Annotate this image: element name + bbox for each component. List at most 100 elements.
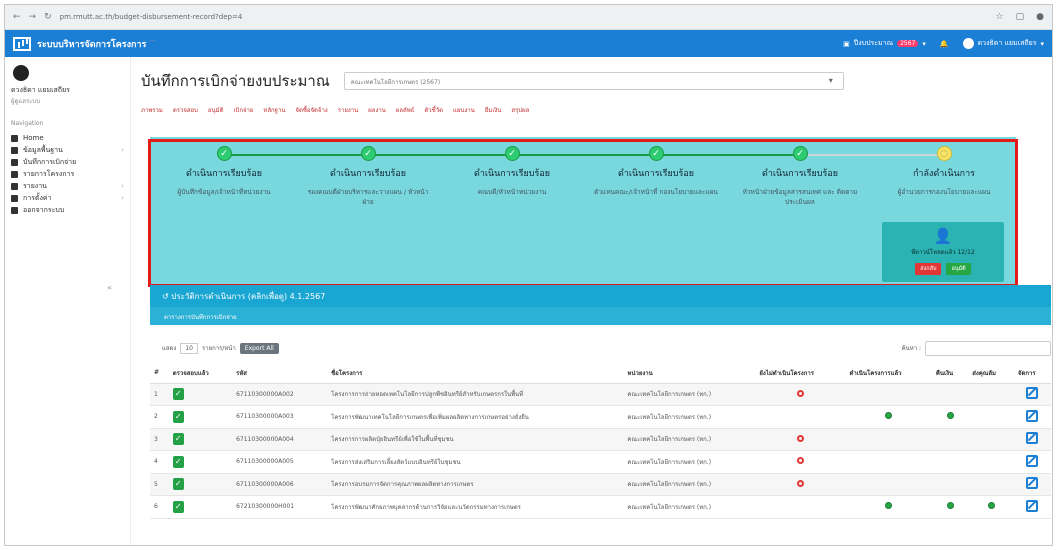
sidebar-item-master-data[interactable]: ข้อมูลพื้นฐาน › [11, 144, 124, 156]
user-role: ผู้ดูแลระบบ [11, 98, 41, 105]
forward-icon[interactable]: → [29, 12, 37, 22]
sidebar-item-logout[interactable]: ออกจากระบบ [11, 204, 124, 216]
edit-cell[interactable] [1013, 495, 1051, 519]
download-count: ที่ดาวน์โหลดแล้ว 12/12 [911, 249, 975, 256]
sidebar-item-disbursement[interactable]: บันทึกการเบิกจ่าย [11, 156, 124, 168]
edit-icon[interactable] [1026, 499, 1039, 512]
app-title[interactable]: ระบบบริหารจัดการโครงการ [37, 37, 146, 51]
department: คณะเทคโนโลยีการเกษตร (ทก.) [623, 473, 756, 496]
step-desc: คณบดี/หัวหน้าหน่วยงาน [477, 188, 547, 196]
step-status: ดำเนินการเรียบร้อย [473, 169, 551, 179]
col-header[interactable]: รหัส [232, 363, 328, 384]
project-name: โครงการส่งเสริมการเลี้ยงสัตว์แบบอินทรีย์… [327, 450, 624, 474]
row-number: 2 [150, 405, 169, 429]
menu-link[interactable]: แผนงาน [453, 105, 475, 115]
edit-icon[interactable] [1026, 409, 1039, 422]
project-name: โครงการอบรมการจัดการคุณภาพผลผลิตทางการเก… [327, 473, 624, 496]
status-dot-icon [885, 412, 893, 420]
project-name: โครงการพัฒนาเทคโนโลยีการเกษตรเพื่อเพิ่มผ… [327, 405, 624, 429]
step-status: ดำเนินการเรียบร้อย [329, 169, 407, 179]
menu-link[interactable]: สรุปผล [511, 105, 529, 115]
department: คณะเทคโนโลยีการเกษตร (ทก.) [623, 383, 756, 406]
app-topbar: ระบบบริหารจัดการโครงการ ... ▣ ปีงบประมาณ… [5, 30, 1052, 57]
col-header[interactable]: จัดการ [1013, 363, 1051, 384]
department-select[interactable]: คณะเทคโนโลยีการเกษตร (2567) [343, 72, 844, 90]
notification-icon[interactable]: 🔔 [940, 40, 949, 48]
search-input[interactable] [925, 340, 1051, 356]
star-icon[interactable]: ☆ [996, 12, 1004, 22]
fiscal-year-dropdown[interactable]: ▣ ปีงบประมาณ 2567 ▾ [843, 38, 926, 49]
user-name[interactable]: ดวงธิดา แยมเสถียร [11, 85, 124, 96]
done-cell [845, 405, 932, 429]
sidebar-item-settings[interactable]: การตั้งค่า › [11, 192, 124, 204]
col-header[interactable]: ส่งคุณลัม [968, 363, 1014, 384]
edit-icon[interactable] [1026, 454, 1039, 467]
settings-icon [11, 194, 18, 202]
edit-icon[interactable] [1026, 477, 1039, 490]
verified-check-icon: ✓ [172, 388, 184, 401]
col-header[interactable]: ตรวจสอบแล้ว [168, 363, 233, 384]
extensions-icon[interactable]: ▢ [1016, 12, 1025, 22]
user-menu[interactable]: ดวงธิดา แยมเสถียร ▾ [962, 38, 1044, 49]
department: คณะเทคโนโลยีการเกษตร (ทก.) [623, 428, 756, 451]
collapse-sidebar-icon[interactable]: « [107, 283, 112, 292]
sidebar-item-reports[interactable]: รายงาน › [11, 180, 124, 192]
col-header[interactable]: # [150, 363, 169, 384]
row-number: 5 [150, 473, 169, 496]
app-badge: ... [149, 36, 156, 43]
menu-link[interactable]: รายงาน [338, 105, 359, 115]
col-header[interactable]: หน่วยงาน [623, 363, 756, 384]
verified-cell: ✓ [168, 383, 233, 406]
profile-icon[interactable]: ● [1036, 12, 1044, 22]
menu-link[interactable]: อนุมัติ [208, 105, 224, 115]
menu-link[interactable]: ตรวจสอบ [173, 105, 198, 115]
done-cell [845, 428, 932, 451]
approve-button[interactable]: อนุมัติ [946, 263, 971, 275]
menu-link[interactable]: ผลงาน [368, 105, 386, 115]
edit-icon[interactable] [1026, 432, 1039, 445]
edit-cell[interactable] [1013, 450, 1051, 474]
refund-cell [931, 473, 969, 496]
menu-link[interactable]: จัดซื้อจัดจ้าง [295, 105, 327, 115]
col-header[interactable]: ดำเนินโครงการแล้ว [845, 363, 932, 384]
department: คณะเทคโนโลยีการเกษตร (ทก.) [623, 450, 756, 474]
reload-icon[interactable]: ↻ [44, 12, 52, 22]
menu-link[interactable]: ตัวชี้วัด [424, 105, 443, 115]
reject-button[interactable]: ส่งกลับ [915, 263, 942, 275]
edit-cell[interactable] [1013, 405, 1051, 429]
sidebar-item-projects[interactable]: รายการโครงการ [11, 168, 124, 180]
menu-link[interactable]: หลักฐาน [263, 105, 285, 115]
check-circle-icon: ✓ [216, 146, 232, 161]
disbursement-table: # ตรวจสอบแล้ว รหัส ชื่อโครงการ หน่วยงาน … [150, 363, 1051, 519]
address-bar[interactable]: pm.rmutt.ac.th/budget-disbursement-recor… [60, 13, 988, 21]
back-icon[interactable]: ← [13, 12, 21, 22]
menu-link[interactable]: ภาพรวม [141, 105, 163, 115]
edit-cell[interactable] [1013, 383, 1051, 406]
verified-check-icon: ✓ [172, 433, 184, 446]
page-size-select[interactable]: 10 [180, 342, 198, 354]
sent-cell [968, 383, 1014, 406]
chevron-right-icon: › [121, 146, 124, 154]
step-status: กำลังดำเนินการ [912, 169, 976, 179]
table-controls: แสดง 10 รายการ/หน้า Export All ค้นหา : [150, 339, 1051, 357]
department: คณะเทคโนโลยีการเกษตร (ทก.) [623, 405, 756, 429]
verified-cell: ✓ [168, 450, 233, 474]
refund-cell [931, 495, 969, 519]
edit-cell[interactable] [1013, 428, 1051, 451]
col-header[interactable]: ยังไม่ดำเนินโครงการ [755, 363, 846, 384]
col-header[interactable]: คืนเงิน [931, 363, 969, 384]
project-name: โครงการการถ่ายทอดเทคโนโลยีการปลูกพืชอินท… [327, 383, 624, 406]
edit-icon[interactable] [1026, 387, 1039, 400]
edit-cell[interactable] [1013, 473, 1051, 496]
verified-cell: ✓ [168, 495, 233, 519]
menu-link[interactable]: ผลลัพธ์ [396, 105, 415, 115]
menu-link[interactable]: ยืมเงิน [485, 105, 502, 115]
table-icon [11, 158, 18, 166]
history-header[interactable]: ↺ ประวัติการดำเนินการ (คลิกเพื่อดู) 4.1.… [150, 285, 1051, 307]
col-header[interactable]: ชื่อโครงการ [327, 363, 624, 384]
not-started-cell [755, 450, 846, 474]
verified-check-icon: ✓ [172, 500, 184, 513]
sidebar-item-home[interactable]: Home [11, 132, 124, 144]
export-all-button[interactable]: Export All [239, 342, 279, 354]
menu-link[interactable]: เบิกจ่าย [233, 105, 253, 115]
